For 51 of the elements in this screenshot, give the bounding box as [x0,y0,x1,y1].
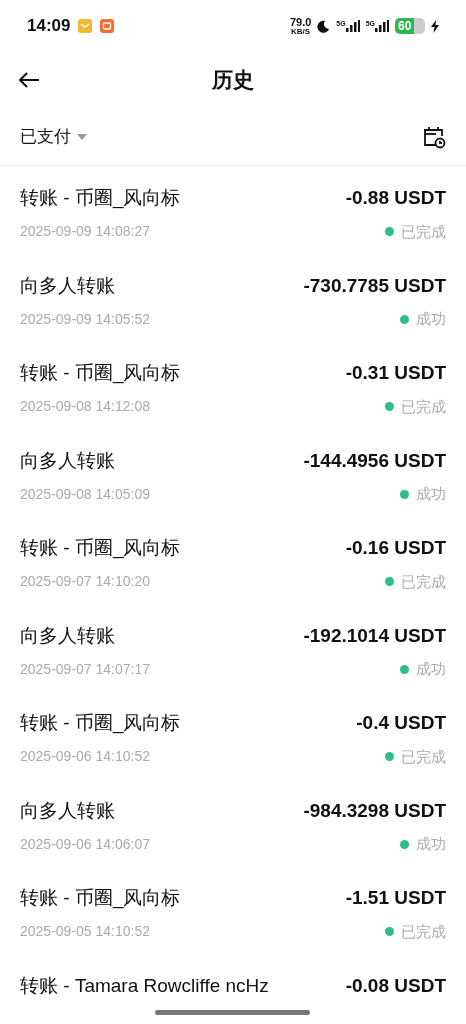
transaction-time: 2025-09-06 14:06:07 [20,834,150,854]
transaction-title: 转账 - 币圈_风向标 [20,886,181,911]
signal-icon [345,20,360,32]
transaction-status: 已完成 [401,921,446,942]
transaction-amount: -984.3298 USDT [303,798,446,823]
transaction-time: 2025-09-08 14:12:08 [20,397,150,417]
battery-level: 60 [395,18,415,34]
clock: 14:09 [27,15,71,38]
transaction-time: 2025-09-07 14:07:17 [20,659,150,679]
transaction-amount: -1.51 USDT [345,886,446,910]
transaction-title: 转账 - Tamara Rowcliffe ncHz [20,973,269,998]
transaction-time: 2025-09-09 14:05:52 [20,309,150,329]
transaction-amount: -0.08 USDT [345,973,446,998]
transaction-time: 2025-09-05 14:10:52 [20,922,150,942]
transaction-title: 转账 - 币圈_风向标 [20,186,181,211]
transaction-title: 转账 - 币圈_风向标 [20,711,181,736]
network-speed-unit: KB/S [291,27,311,36]
transaction-amount: -0.31 USDT [345,361,446,385]
transaction-time: 2025-09-06 14:10:52 [20,747,150,767]
transaction-amount: -192.1014 USDT [303,623,446,648]
transaction-title: 向多人转账 [20,273,115,298]
transaction-status: 已完成 [401,746,446,767]
transaction-time: 2025-09-07 14:10:20 [20,572,150,592]
transaction-amount: -730.7785 USDT [303,273,446,298]
filter-dropdown[interactable]: 已支付 [20,123,87,150]
transaction-time: 2025-09-08 14:05:09 [20,484,150,504]
calendar-button[interactable] [422,124,446,149]
transaction-title: 转账 - 币圈_风向标 [20,361,181,386]
transaction-amount: -0.4 USDT [356,711,446,735]
signal-icon [375,20,389,32]
transaction-amount: -0.88 USDT [345,186,446,210]
transaction-status: 成功 [416,484,446,504]
network-speed: 79.0 [289,16,312,28]
caret-icon [77,133,87,140]
transaction-amount: -144.4956 USDT [303,448,446,473]
transaction-status: 已完成 [401,396,446,417]
transaction-amount: -0.16 USDT [345,536,446,560]
transaction-status: 已完成 [401,571,446,592]
transaction-status: 成功 [416,834,446,854]
transaction-title: 向多人转账 [20,448,115,473]
moon-icon [317,19,331,33]
app-notification-icon [100,19,115,33]
mail-app-icon [78,19,93,33]
transaction-status: 已完成 [401,221,446,242]
transaction-title: 向多人转账 [20,798,115,823]
page-title: 历史 [212,67,254,94]
transaction-time: 2025-09-09 14:08:27 [20,222,150,242]
transaction-status: 成功 [416,659,446,679]
transaction-title: 向多人转账 [20,623,115,648]
transaction-title: 转账 - 币圈_风向标 [20,536,181,561]
transaction-status: 成功 [416,309,446,329]
